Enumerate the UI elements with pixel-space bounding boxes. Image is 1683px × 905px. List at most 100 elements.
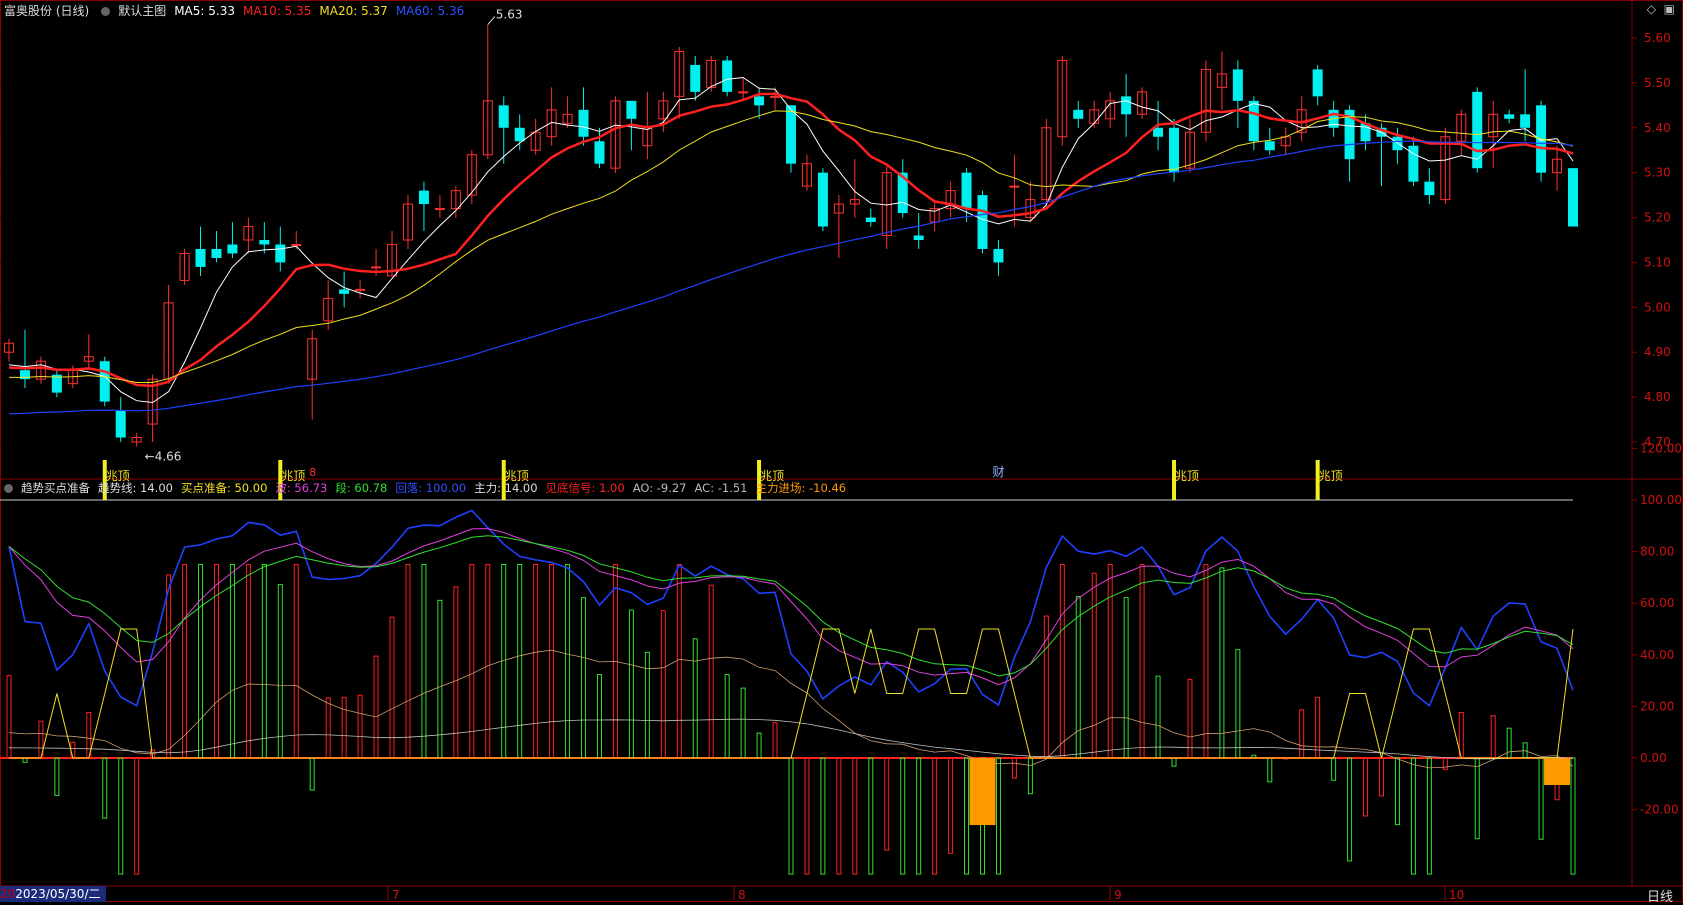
histogram-bar: [581, 597, 587, 759]
histogram-bar: [1203, 564, 1209, 759]
indicator-options-icon[interactable]: [4, 484, 13, 493]
candle-body: [578, 109, 589, 137]
panel-toggle-icon[interactable]: ▣: [1664, 2, 1675, 16]
ind-trend: 趋势线: 14.00: [98, 481, 173, 495]
histogram-bar: [1059, 564, 1065, 759]
ind-tick-label: 100.00: [1640, 493, 1682, 507]
histogram-bar: [229, 564, 235, 759]
histogram-bar: [1394, 757, 1400, 826]
histogram-bar: [628, 609, 634, 759]
chart-options-icon[interactable]: [101, 7, 111, 16]
histogram-bar: [549, 564, 555, 759]
price-tick-label: 5.10: [1644, 255, 1671, 269]
candle-body: [259, 240, 270, 245]
histogram-bar: [804, 757, 810, 875]
ma20-label: MA20: 5.37: [319, 4, 388, 18]
histogram-bar: [1107, 564, 1113, 759]
ma10-label: MA10: 5.35: [242, 4, 312, 18]
histogram-bar: [134, 757, 140, 875]
main-chart-header: 富奥股份 (日线) 默认主图 MA5: 5.33 MA10: 5.35 MA20: 5.…: [4, 2, 472, 20]
stock-chart[interactable]: 5.63←4.668 财 兆顶 兆顶 兆顶 兆顶 兆顶 兆顶 5.605.505.405.3…: [0, 0, 1683, 902]
chart-grid: [0, 0, 1683, 902]
ind-buy-prep: 买点准备: 50.00: [180, 481, 268, 495]
price-panel[interactable]: 5.63 ←4.66 8 财: [4, 8, 1579, 479]
histogram-bar: [70, 741, 76, 759]
histogram-bar: [102, 757, 108, 819]
candle-body: [371, 266, 382, 269]
candle-body: [817, 172, 828, 227]
candle-body: [993, 248, 1004, 263]
indicator-name[interactable]: 趋势买点准备: [21, 481, 90, 495]
candle-body: [1264, 141, 1275, 151]
histogram-bar: [405, 564, 411, 759]
period-label[interactable]: 日线: [1647, 886, 1673, 905]
histogram-bar: [1155, 675, 1161, 759]
histogram-bar: [1363, 757, 1369, 817]
candle-body: [195, 248, 206, 267]
histogram-bar: [341, 696, 347, 759]
candle-body: [1312, 69, 1323, 97]
candle-body: [291, 243, 302, 246]
price-tick-label: 4.80: [1644, 390, 1671, 404]
ind-capital: 主力进场: -10.46: [755, 481, 847, 495]
histogram-bar: [389, 616, 395, 759]
candle-body: [115, 410, 126, 438]
histogram-bar: [245, 564, 251, 759]
candle-body: [1073, 109, 1084, 119]
month-label: 7: [392, 888, 400, 902]
candle-body: [1520, 114, 1531, 128]
histogram-bar: [182, 564, 188, 759]
ind-segment: 段: 60.78: [335, 481, 388, 495]
stock-title[interactable]: 富奥股份 (日线): [4, 4, 89, 18]
histogram-bar: [820, 757, 826, 875]
histogram-bar: [565, 564, 571, 759]
candle-body: [770, 95, 781, 98]
histogram-bar: [740, 687, 746, 759]
histogram-bar: [533, 564, 539, 759]
event-mark: 8: [309, 466, 316, 479]
histogram-bar: [517, 564, 523, 759]
histogram-bar: [1075, 596, 1081, 759]
histogram-bar: [964, 757, 970, 875]
histogram-bar: [788, 757, 794, 875]
ma-line-60: [8, 140, 1574, 415]
histogram-bar: [1235, 649, 1241, 759]
diamond-icon[interactable]: ◇: [1647, 2, 1656, 16]
histogram-bar: [1378, 757, 1384, 797]
ind-tick-label: -20.00: [1640, 803, 1679, 817]
candle-body: [339, 289, 350, 294]
high-label: 5.63: [496, 8, 523, 22]
month-label: 10: [1449, 888, 1464, 902]
histogram-bar: [1027, 757, 1033, 795]
ind-tick-label: 20.00: [1640, 699, 1674, 713]
histogram-bar: [932, 757, 938, 875]
candle-body: [738, 91, 749, 94]
frame: [0, 0, 1683, 902]
window-controls: ◇ ▣: [1647, 2, 1675, 16]
histogram-bar: [277, 584, 283, 759]
histogram-bar: [357, 694, 363, 759]
candle-body: [1009, 185, 1020, 188]
histogram-bar: [1538, 757, 1544, 840]
histogram-bar: [261, 564, 267, 759]
histogram-bar: [309, 757, 315, 791]
histogram-bar: [54, 757, 60, 796]
ind-ac: AC: -1.51: [694, 481, 748, 495]
candle-body: [355, 288, 366, 291]
indicator-panel[interactable]: 兆顶 兆顶 兆顶 兆顶 兆顶 兆顶: [0, 460, 1576, 875]
ind-tick-label: 80.00: [1640, 545, 1674, 559]
price-tick-label: 5.00: [1644, 300, 1671, 314]
candle-body: [1232, 69, 1243, 101]
ind-tick-label: 40.00: [1640, 648, 1674, 662]
histogram-bar: [692, 638, 698, 759]
main-chart-name[interactable]: 默认主图: [118, 4, 166, 18]
histogram-bar: [1011, 757, 1017, 779]
histogram-bar: [213, 564, 219, 759]
ind-tick-label: 0.00: [1640, 751, 1667, 765]
ind-bottom-signal: 见底信号: 1.00: [545, 481, 625, 495]
histogram-bar: [836, 757, 842, 875]
histogram-bar: [1267, 757, 1273, 783]
candle-body: [1424, 181, 1435, 196]
histogram-bar: [1139, 564, 1145, 759]
candle-body: [434, 208, 445, 211]
